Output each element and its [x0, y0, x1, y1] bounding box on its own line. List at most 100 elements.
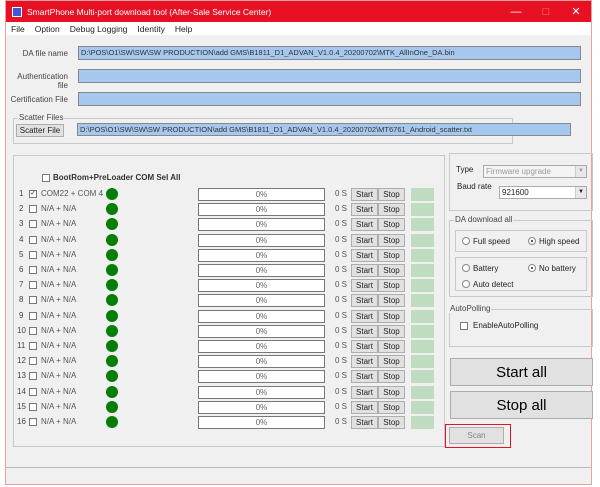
port-checkbox[interactable] — [29, 372, 37, 381]
port-checkbox[interactable] — [29, 311, 37, 320]
start-button[interactable]: Start — [351, 264, 378, 277]
start-button[interactable]: Start — [351, 355, 378, 369]
stop-button[interactable]: Stop — [378, 385, 405, 399]
port-checkbox[interactable] — [29, 402, 37, 411]
cert-file-field[interactable] — [78, 92, 581, 106]
stop-button[interactable]: Stop — [378, 324, 405, 338]
app-icon — [12, 6, 22, 17]
stop-all-button[interactable]: Stop all — [450, 391, 593, 419]
menu-option[interactable]: Option — [35, 24, 60, 34]
stop-button[interactable]: Stop — [378, 355, 405, 369]
stop-button[interactable]: Stop — [378, 340, 405, 353]
stop-button[interactable]: Stop — [378, 264, 405, 277]
high-speed-radio[interactable] — [528, 237, 536, 245]
port-checkbox[interactable] — [29, 281, 37, 290]
start-button[interactable]: Start — [351, 385, 378, 399]
type-label: Type — [456, 165, 474, 174]
stop-button[interactable]: Stop — [378, 416, 405, 429]
port-checkbox[interactable] — [29, 418, 37, 426]
port-checkbox[interactable] — [29, 342, 37, 350]
elapsed-time: 0 S — [335, 234, 348, 244]
battery-radio[interactable] — [462, 264, 470, 272]
menu-debug-logging[interactable]: Debug Logging — [70, 24, 128, 34]
elapsed-time: 0 S — [335, 249, 348, 259]
port-name: N/A + N/A — [41, 265, 77, 274]
stop-button[interactable]: Stop — [378, 233, 405, 247]
auth-file-field[interactable] — [78, 69, 581, 83]
close-icon[interactable]: ✕ — [561, 1, 591, 22]
scan-button[interactable]: Scan — [449, 427, 504, 444]
port-checkbox[interactable] — [29, 296, 37, 305]
scatter-file-button[interactable]: Scatter File — [16, 124, 64, 137]
start-button[interactable]: Start — [351, 416, 378, 429]
port-name: N/A + N/A — [41, 371, 77, 381]
stop-button[interactable]: Stop — [378, 279, 405, 293]
port-checkbox[interactable] — [29, 220, 37, 229]
status-led-icon — [106, 355, 118, 368]
progress-bar: 0% — [198, 279, 325, 293]
start-button[interactable]: Start — [351, 340, 378, 353]
stop-button[interactable]: Stop — [378, 309, 405, 323]
enable-autopolling-checkbox[interactable] — [460, 322, 468, 330]
port-checkbox[interactable] — [29, 326, 37, 335]
port-status-indicator — [411, 355, 434, 369]
port-row: 9 N/A + N/A 0% 0 S Start Stop — [6, 309, 446, 324]
start-button[interactable]: Start — [351, 370, 378, 384]
port-status-indicator — [411, 340, 434, 353]
port-status-indicator — [411, 294, 434, 308]
status-led-icon — [106, 340, 118, 352]
port-checkbox[interactable] — [29, 357, 37, 366]
start-button[interactable]: Start — [351, 400, 378, 414]
auto-detect-label: Auto detect — [473, 280, 514, 289]
port-number: 13 — [17, 371, 26, 381]
port-checkbox[interactable] — [29, 266, 37, 274]
port-checkbox[interactable] — [29, 387, 37, 396]
menu-identity[interactable]: Identity — [137, 24, 164, 34]
stop-button[interactable]: Stop — [378, 248, 405, 262]
stop-button[interactable]: Stop — [378, 203, 405, 217]
stop-button[interactable]: Stop — [378, 294, 405, 308]
type-select[interactable]: Firmware upgrade ▼ — [483, 165, 587, 178]
baud-rate-value: 921600 — [502, 188, 529, 197]
baud-rate-label: Baud rate — [457, 182, 492, 191]
start-button[interactable]: Start — [351, 324, 378, 338]
no-battery-radio[interactable] — [528, 264, 536, 272]
start-button[interactable]: Start — [351, 279, 378, 293]
port-checkbox[interactable]: ✓ — [29, 190, 37, 198]
start-button[interactable]: Start — [351, 309, 378, 323]
port-checkbox[interactable] — [29, 235, 37, 244]
start-button[interactable]: Start — [351, 248, 378, 262]
start-button[interactable]: Start — [351, 218, 378, 232]
auto-detect-radio[interactable] — [462, 280, 470, 288]
scatter-file-field[interactable]: D:\POS\O1\SW\SW\SW PRODUCTION\add GMS\B1… — [77, 123, 571, 136]
maximize-icon[interactable]: □ — [531, 1, 561, 22]
stop-button[interactable]: Stop — [378, 370, 405, 384]
minimize-icon[interactable]: — — [501, 1, 531, 22]
progress-bar: 0% — [198, 233, 325, 247]
port-number: 16 — [17, 417, 26, 426]
start-button[interactable]: Start — [351, 203, 378, 217]
start-button[interactable]: Start — [351, 233, 378, 247]
stop-button[interactable]: Stop — [378, 218, 405, 232]
menu-help[interactable]: Help — [175, 24, 192, 34]
start-button[interactable]: Start — [351, 188, 378, 201]
status-led-icon — [106, 309, 118, 322]
elapsed-time: 0 S — [335, 280, 348, 290]
stop-button[interactable]: Stop — [378, 400, 405, 414]
port-row: 15 N/A + N/A 0% 0 S Start Stop — [6, 400, 446, 415]
port-checkbox[interactable] — [29, 250, 37, 259]
progress-bar: 0% — [198, 218, 325, 232]
da-file-field[interactable]: D:\POS\O1\SW\SW\SW PRODUCTION\add GMS\B1… — [78, 46, 581, 60]
port-checkbox[interactable] — [29, 205, 37, 214]
stop-button[interactable]: Stop — [378, 188, 405, 201]
baud-rate-select[interactable]: 921600 ▼ — [499, 186, 587, 199]
status-led-icon — [106, 324, 118, 337]
start-all-button[interactable]: Start all — [450, 358, 593, 386]
menu-file[interactable]: File — [11, 24, 25, 34]
full-speed-radio[interactable] — [462, 237, 470, 245]
port-name: N/A + N/A — [41, 341, 77, 350]
port-name: N/A + N/A — [41, 310, 77, 320]
start-button[interactable]: Start — [351, 294, 378, 308]
port-row: 7 N/A + N/A 0% 0 S Start Stop — [6, 279, 446, 293]
status-led-icon — [106, 233, 118, 246]
